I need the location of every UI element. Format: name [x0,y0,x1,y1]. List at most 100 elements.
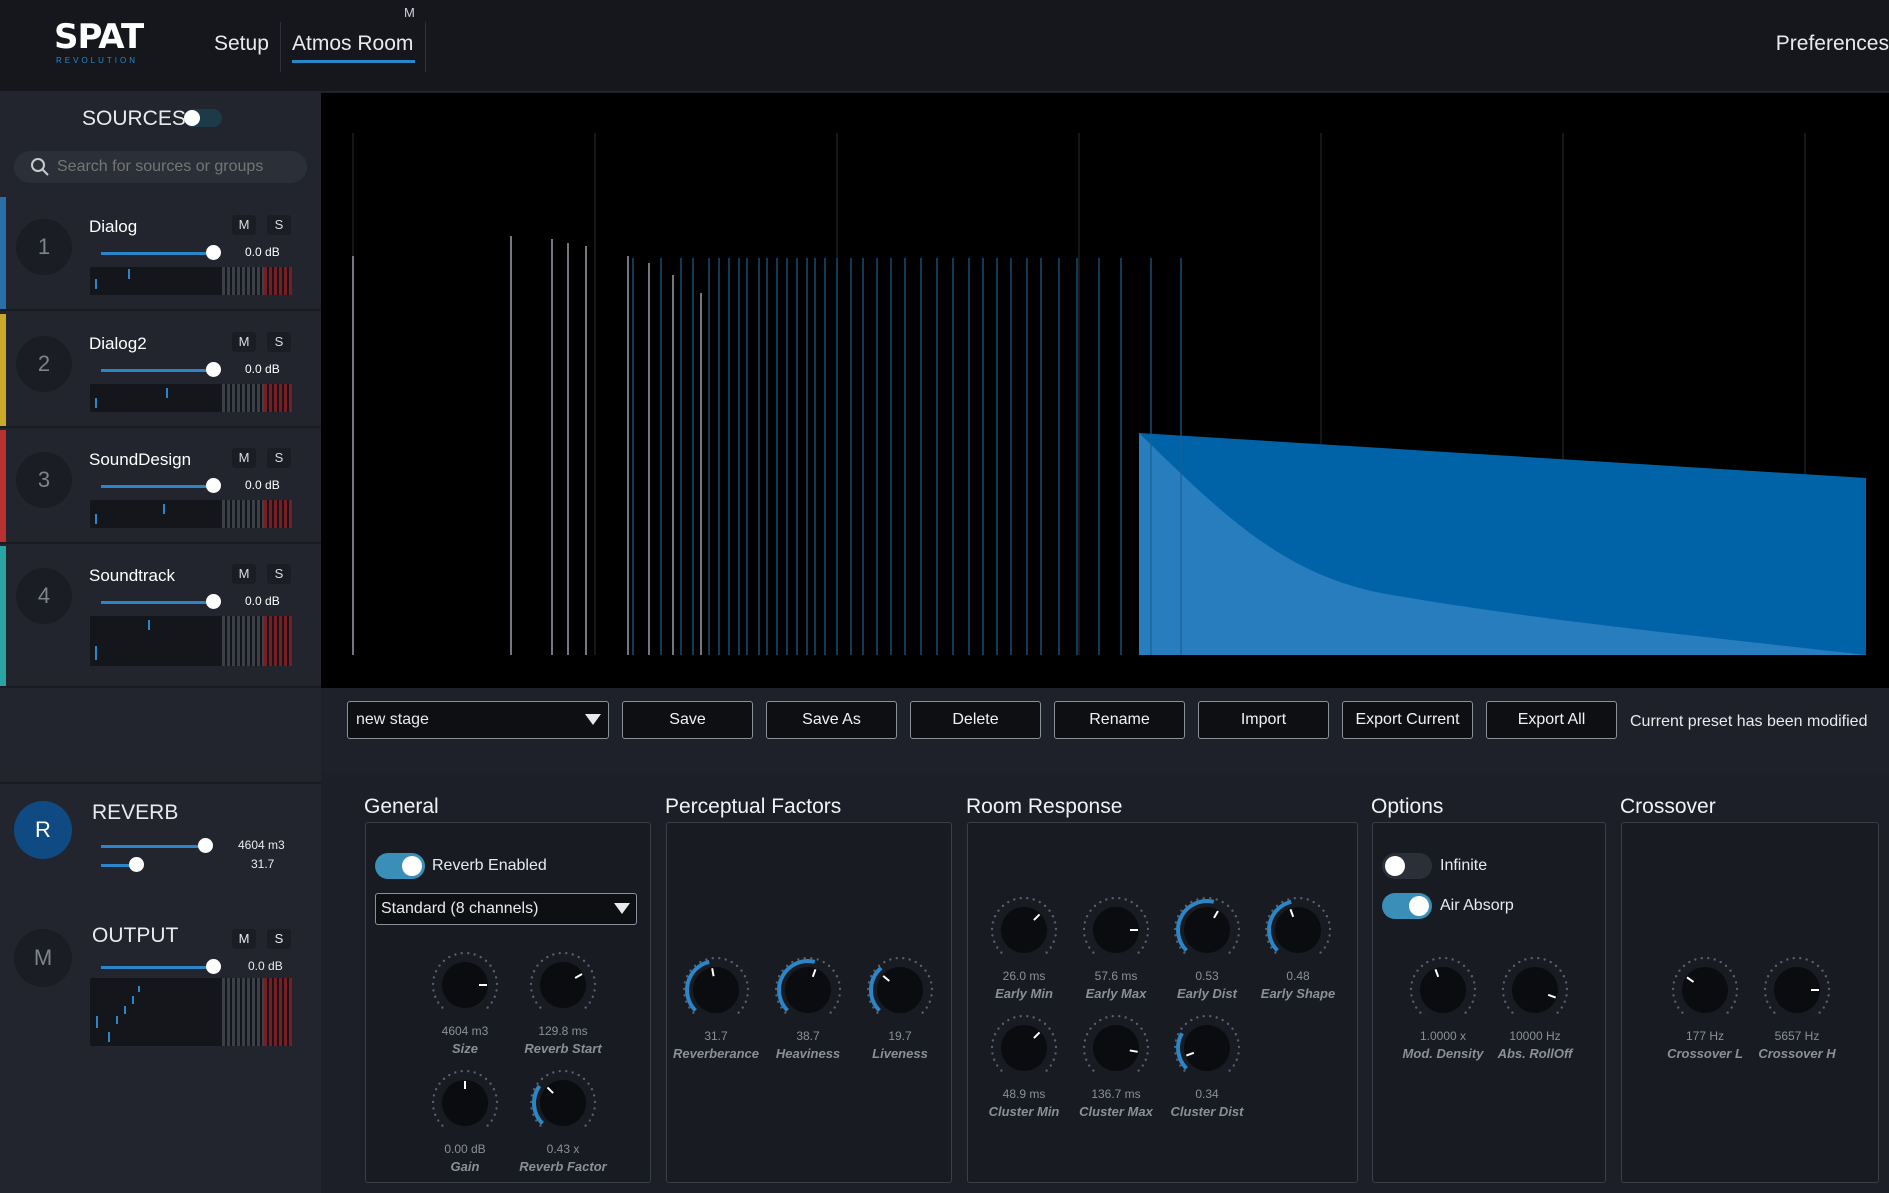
search-input[interactable] [55,153,295,181]
mute-button[interactable]: M [232,448,256,468]
tab-mute-marker: M [404,5,415,20]
output-solo-button[interactable]: S [267,929,291,949]
general-knob-gain[interactable] [430,1068,500,1138]
gain-slider-handle[interactable] [206,478,221,493]
gain-slider-handle[interactable] [206,362,221,377]
air-absorp-toggle[interactable] [1382,893,1432,919]
reverb-level-value: 31.7 [251,857,275,871]
room-response-panel [967,822,1358,1183]
room-knob-early-max[interactable] [1081,895,1151,965]
preferences-button[interactable]: Preferences [1776,32,1889,56]
crossover-knob-crossover-l[interactable] [1670,955,1740,1025]
reverb-size-slider[interactable] [101,845,206,848]
perceptual-knob-heaviness[interactable] [773,955,843,1025]
level-meter [90,616,292,666]
preset-save-as-button[interactable]: Save As [766,701,897,739]
source-item-dialog2[interactable]: 2 Dialog2 M S 0.0 dB [0,314,321,428]
knob-label: Cluster Dist [1170,1104,1244,1119]
preset-status-text: Current preset has been modified [1630,713,1868,730]
solo-button[interactable]: S [267,448,291,468]
preset-export-all-button[interactable]: Export All [1486,701,1617,739]
tab-divider [425,22,426,72]
preset-delete-button[interactable]: Delete [910,701,1041,739]
general-knob-reverb-factor[interactable] [528,1068,598,1138]
source-item-sounddesign[interactable]: 3 SoundDesign M S 0.0 dB [0,430,321,544]
general-knob-size[interactable] [430,950,500,1020]
source-name: Soundtrack [89,566,175,585]
spat-logo: SPAT REVOLUTION [54,20,144,72]
preset-save-button[interactable]: Save [622,701,753,739]
preset-export-current-button[interactable]: Export Current [1342,701,1473,739]
output-label: OUTPUT [92,924,179,947]
gain-slider-handle[interactable] [206,245,221,260]
source-item-soundtrack[interactable]: 4 Soundtrack M S 0.0 dB [0,546,321,688]
knob-label: Crossover H [1758,1046,1836,1061]
reverb-enabled-toggle[interactable] [375,853,425,879]
output-gain-handle[interactable] [206,959,221,974]
mute-button[interactable]: M [232,215,256,235]
room-knob-early-dist[interactable] [1172,895,1242,965]
source-number: 1 [16,219,72,275]
crossover-knob-crossover-h[interactable] [1762,955,1832,1025]
search-icon [31,158,49,176]
gain-slider[interactable] [101,252,213,255]
room-knob-early-min[interactable] [989,895,1059,965]
reverb-level-handle[interactable] [129,857,144,872]
solo-button[interactable]: S [267,564,291,584]
source-color-stripe [0,430,6,542]
perceptual-knob-liveness[interactable] [865,955,935,1025]
knob-value: 5657 Hz [1774,1029,1820,1043]
reverb-size-value: 4604 m3 [238,838,285,852]
solo-button[interactable]: S [267,215,291,235]
options-knob-abs-rolloff[interactable] [1500,955,1570,1025]
mute-button[interactable]: M [232,564,256,584]
room-knob-early-shape[interactable] [1263,895,1333,965]
logo-main: SPAT [54,17,144,57]
output-gain-slider[interactable] [101,966,213,969]
source-color-stripe [0,546,6,686]
source-name: Dialog [89,217,138,236]
sources-title: SOURCES [82,107,186,130]
output-mute-button[interactable]: M [232,929,256,949]
knob-value: 0.34 [1195,1087,1219,1101]
sources-toggle[interactable] [184,109,222,127]
tab-divider [280,22,281,72]
level-meter [90,384,292,412]
level-meter [90,267,292,295]
reverb-size-handle[interactable] [198,838,213,853]
reverb-badge[interactable]: R [14,801,72,859]
source-name: SoundDesign [89,450,192,469]
room-response-title: Room Response [966,795,1123,818]
tab-setup[interactable]: Setup [214,32,269,56]
preset-import-button[interactable]: Import [1198,701,1329,739]
gain-slider[interactable] [101,369,213,372]
active-tab-indicator [292,60,415,63]
preset-dropdown-value: new stage [356,711,429,728]
gain-slider-handle[interactable] [206,594,221,609]
perceptual-knob-reverberance[interactable] [681,955,751,1025]
top-bar [0,0,1889,92]
gain-value: 0.0 dB [245,594,280,608]
preset-rename-button[interactable]: Rename [1054,701,1185,739]
gain-slider[interactable] [101,601,213,604]
room-knob-cluster-max[interactable] [1081,1013,1151,1083]
source-item-dialog[interactable]: 1 Dialog M S 0.0 dB [0,197,321,311]
reverb-enabled-label: Reverb Enabled [432,857,547,874]
output-level-meter [90,978,292,1046]
room-knob-cluster-dist[interactable] [1172,1013,1242,1083]
room-response-graph[interactable] [321,93,1889,688]
output-gain-value: 0.0 dB [248,959,283,973]
solo-button[interactable]: S [267,332,291,352]
source-color-stripe [0,314,6,426]
general-knob-reverb-start[interactable] [528,950,598,1020]
mute-button[interactable]: M [232,332,256,352]
source-color-stripe [0,197,6,309]
room-knob-cluster-min[interactable] [989,1013,1059,1083]
knob-value: 10000 Hz [1509,1029,1561,1043]
output-badge[interactable]: M [14,929,72,987]
tab-atmos-room[interactable]: Atmos Room [292,32,413,56]
source-number: 3 [16,452,72,508]
infinite-toggle[interactable] [1382,853,1432,879]
options-knob-mod-density[interactable] [1408,955,1478,1025]
gain-slider[interactable] [101,485,213,488]
